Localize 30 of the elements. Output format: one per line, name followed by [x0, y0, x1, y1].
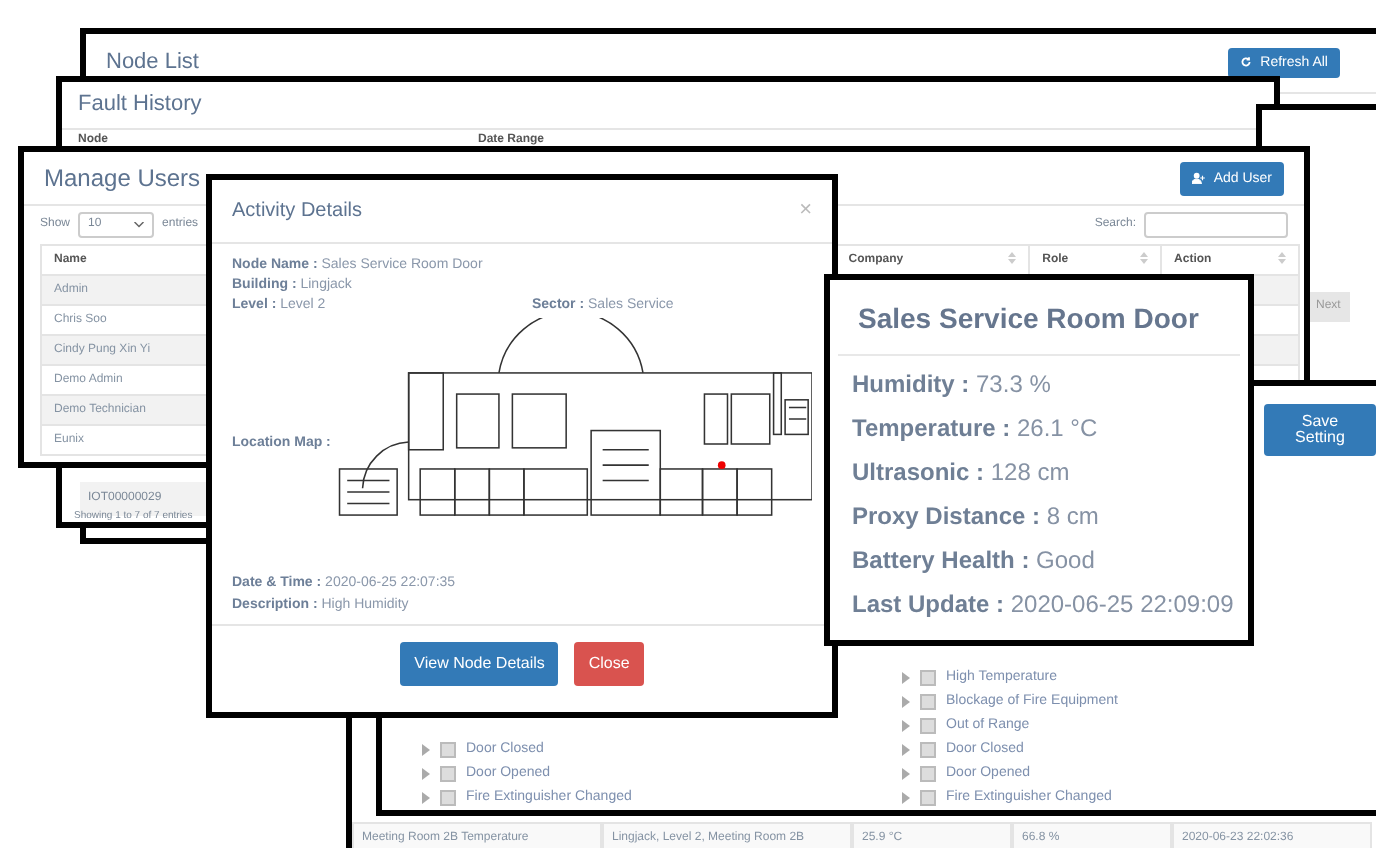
window-title: Node List	[106, 48, 199, 78]
reading-text: Temperature : 26.1 °C	[852, 412, 1100, 446]
reading-text: Proxy Distance : 8 cm	[852, 500, 1101, 534]
caret-icon	[134, 222, 145, 228]
checkbox[interactable]	[920, 790, 936, 806]
checkbox[interactable]	[440, 766, 456, 782]
checkbox[interactable]	[920, 694, 936, 710]
checkbox[interactable]	[920, 766, 936, 782]
sort-icon[interactable]	[1008, 252, 1017, 264]
sort-icon[interactable]	[1140, 252, 1149, 264]
checkbox[interactable]	[440, 742, 456, 758]
checkbox[interactable]	[920, 742, 936, 758]
checkbox[interactable]	[440, 790, 456, 806]
window-title: Fault History	[78, 90, 202, 120]
checkbox[interactable]	[920, 718, 936, 734]
search-field[interactable]	[1144, 212, 1288, 238]
save-button[interactable]: Save Setting	[1264, 404, 1376, 456]
user-plus-icon	[1191, 172, 1206, 184]
dialog-title: Activity Details	[232, 198, 363, 226]
reading-text: Humidity : 73.3 %	[852, 368, 1053, 402]
location-marker	[717, 461, 726, 469]
refresh-icon	[1240, 56, 1253, 69]
view-details-button[interactable]: View Node Details	[400, 642, 559, 686]
reading-text: Battery Health : Good	[852, 544, 1097, 578]
reading-text: Ultrasonic : 128 cm	[852, 456, 1072, 490]
close-icon[interactable]: ×	[799, 200, 812, 222]
window-title: Manage Users	[44, 162, 201, 196]
close-button[interactable]: Close	[574, 642, 644, 686]
checkbox[interactable]	[920, 670, 936, 686]
card-title: Sales Service Room Door	[838, 280, 1240, 356]
